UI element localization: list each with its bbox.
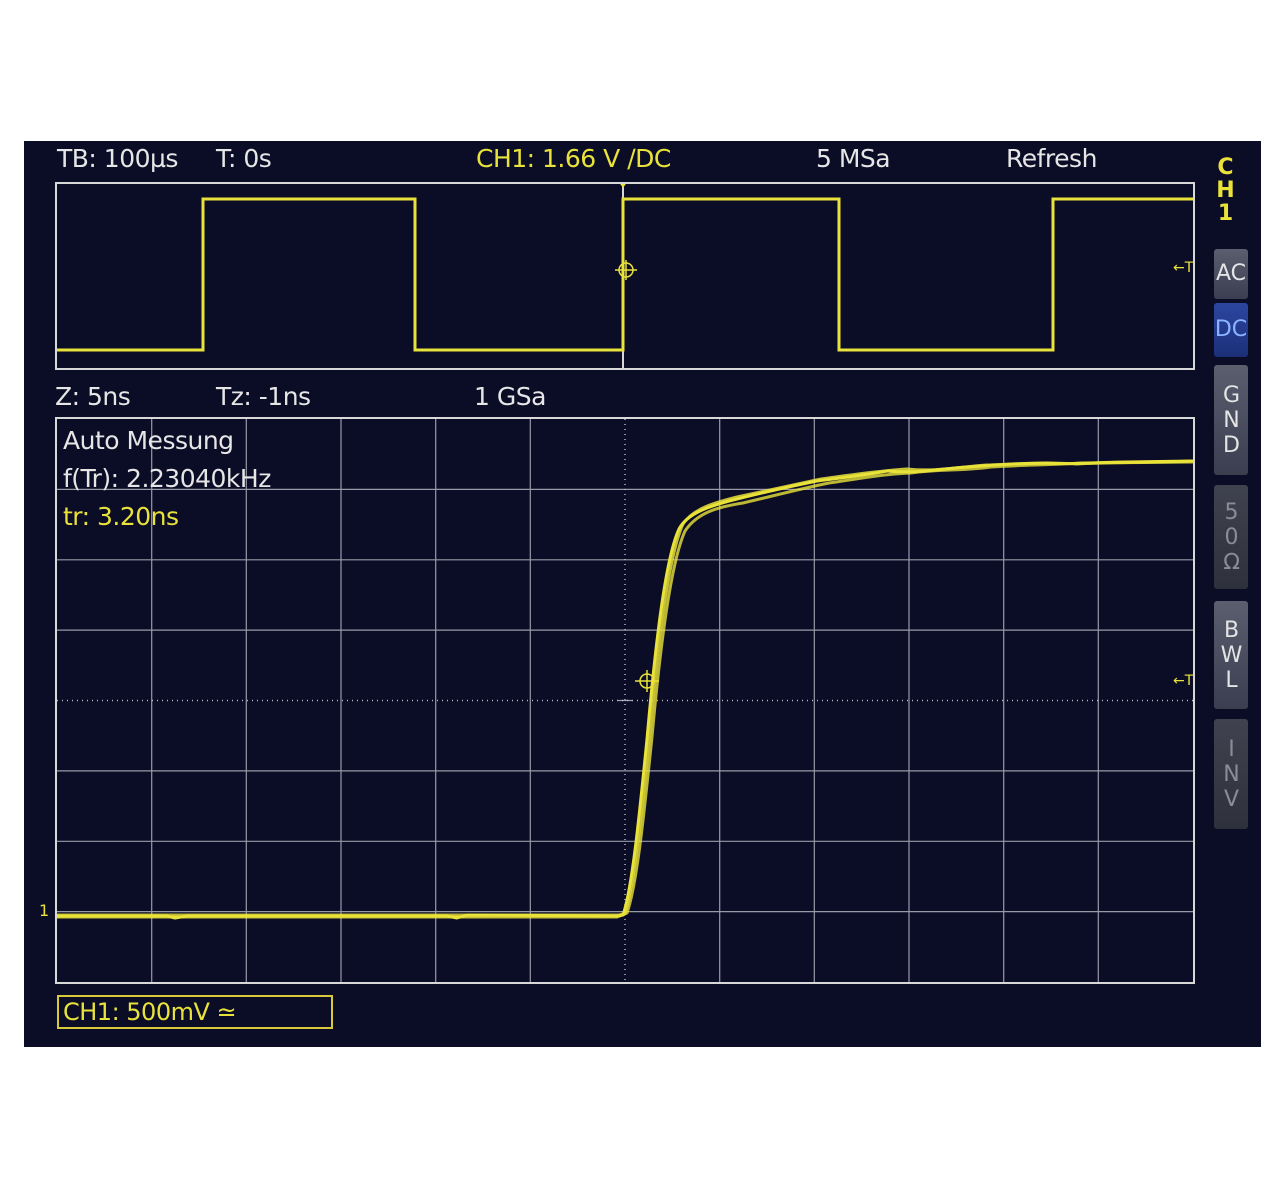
zoom-trigger-readout[interactable]: Tz: -1ns bbox=[216, 381, 311, 413]
overview-waveform-panel[interactable]: ←T bbox=[55, 182, 1195, 370]
zoom-timebase-readout[interactable]: Z: 5ns bbox=[55, 381, 131, 413]
ch1-scale-label: CH1: 500mV ≃ bbox=[63, 998, 237, 1026]
side-menu-title: CH1 bbox=[1213, 155, 1248, 224]
zoom-grid-and-trace bbox=[57, 419, 1193, 982]
inv-button[interactable]: INV bbox=[1214, 719, 1248, 829]
50-ohm-label: 50Ω bbox=[1219, 499, 1244, 575]
zoom-sample-rate-readout: 1 GSa bbox=[474, 382, 546, 411]
ac-coupling-button[interactable]: AC bbox=[1214, 249, 1248, 299]
gnd-coupling-label: GND bbox=[1219, 382, 1244, 458]
rise-time-measurement: tr: 3.20ns bbox=[63, 502, 179, 531]
trigger-time-readout[interactable]: T: 0s bbox=[216, 143, 272, 175]
dc-coupling-button[interactable]: DC bbox=[1214, 303, 1248, 357]
channel-ground-marker: 1 bbox=[39, 901, 50, 920]
ch1-scale-box[interactable]: CH1: 500mV ≃ bbox=[57, 995, 333, 1029]
50-ohm-button[interactable]: 50Ω bbox=[1214, 485, 1248, 589]
bwl-label: BWL bbox=[1219, 617, 1244, 693]
zoom-waveform-panel[interactable]: Auto Messung f(Tr): 2.23040kHz tr: 3.20n… bbox=[39, 417, 1195, 984]
zoom-trigger-level-marker: ←T bbox=[1173, 673, 1194, 689]
acquisition-mode-readout[interactable]: Refresh bbox=[1006, 143, 1097, 175]
zoom-status-bar: Z: 5ns Tz: -1ns 1 GSa bbox=[24, 381, 1204, 413]
overview-trace bbox=[57, 184, 1193, 368]
bwl-button[interactable]: BWL bbox=[1214, 601, 1248, 709]
sample-rate-readout: 5 MSa bbox=[816, 144, 891, 173]
trigger-info-readout[interactable]: CH1: 1.66 V ∕DC bbox=[476, 143, 671, 175]
timebase-readout[interactable]: TB: 100µs bbox=[57, 143, 178, 175]
auto-measurement-title: Auto Messung bbox=[63, 426, 234, 455]
gnd-coupling-button[interactable]: GND bbox=[1214, 365, 1248, 475]
inv-label: INV bbox=[1219, 736, 1244, 812]
side-softkey-menu: CH1 AC DC GND 50Ω BWL INV bbox=[1212, 155, 1250, 855]
ac-coupling-label: AC bbox=[1215, 261, 1247, 286]
frequency-measurement: f(Tr): 2.23040kHz bbox=[63, 464, 271, 493]
oscilloscope-screen: TB: 100µs T: 0s CH1: 1.66 V ∕DC 5 MSa Re… bbox=[24, 141, 1261, 1047]
overview-trigger-level-marker: ←T bbox=[1173, 260, 1194, 276]
dc-coupling-label: DC bbox=[1214, 317, 1248, 342]
side-menu-title-text: CH1 bbox=[1213, 155, 1238, 224]
status-bar: TB: 100µs T: 0s CH1: 1.66 V ∕DC 5 MSa Re… bbox=[24, 143, 1204, 175]
